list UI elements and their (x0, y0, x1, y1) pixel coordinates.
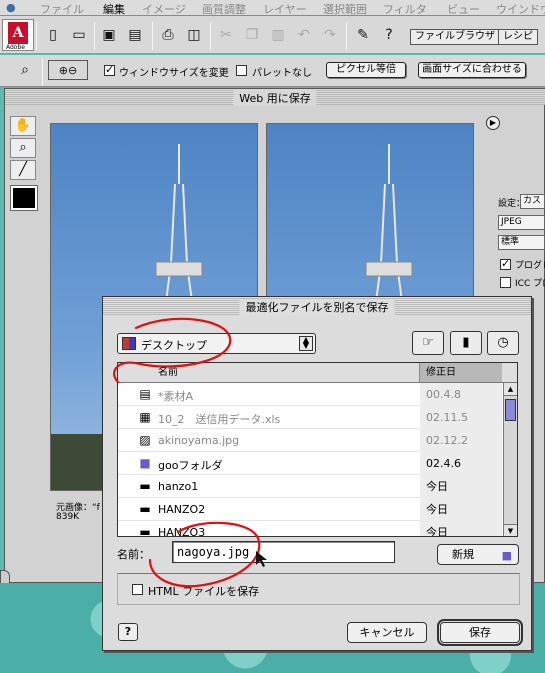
zoom-icon[interactable]: ⌕ (14, 60, 36, 80)
new-folder-button[interactable]: 新規 ■ (437, 544, 519, 565)
paste-icon[interactable]: ▥ (267, 25, 289, 45)
hand-pointer-icon: ☞ (422, 335, 434, 350)
apple-menu-icon[interactable]: ● (6, 1, 16, 14)
save-for-web-title: Web 用に保存 (233, 90, 317, 106)
print-preview-icon[interactable]: ◫ (183, 25, 205, 45)
save-html-label: HTML ファイルを保存 (148, 585, 260, 598)
ruler-icon[interactable]: ✎ (352, 25, 374, 45)
column-date[interactable]: 修正日 (420, 363, 502, 382)
list-item[interactable]: ▬ hanzo1 今日 (118, 475, 502, 498)
name-label: 名前： (117, 548, 150, 561)
copy-icon[interactable]: ❐ (241, 25, 263, 45)
fit-screen-button[interactable]: 画面サイズに合わせる (418, 62, 526, 78)
image-file-icon: ▨ (139, 433, 151, 447)
menu-file[interactable]: ファイル (40, 1, 84, 17)
html-options-group: HTML ファイルを保存 (117, 573, 520, 605)
tab-recipes[interactable]: レシピ (498, 29, 538, 45)
list-item[interactable]: ▨ akinoyama.jpg 02.12.2 (118, 429, 502, 452)
save-for-web-icon[interactable]: ▤ (124, 25, 146, 45)
options-bar: ⌕ ⊕⊖ ウィンドウサイズを変更 パレットなし ピクセル等倍 画面サイズに合わせ… (0, 55, 545, 87)
save-dialog-titlebar[interactable]: 最適化ファイルを別名で保存 (103, 297, 531, 315)
cancel-button[interactable]: キャンセル (347, 622, 427, 643)
zoom-tool-icon[interactable]: ⌕ (10, 138, 36, 158)
file-list-scrollbar[interactable]: ▲ ▼ (503, 383, 517, 536)
menu-adjust[interactable]: 画質調整 (202, 1, 246, 17)
menu-view[interactable]: ビュー (447, 1, 480, 17)
list-item[interactable]: ▬ HANZO2 今日 (118, 498, 502, 521)
desktop-icon (122, 337, 136, 350)
tab-file-browser[interactable]: ファイルブラウザ (410, 29, 500, 45)
location-popup[interactable]: デスクトップ ▲ ▼ (117, 333, 316, 354)
fit-window-label: ウィンドウサイズを変更 (119, 68, 229, 79)
scroll-down-icon[interactable]: ▼ (504, 524, 517, 536)
settings-select[interactable]: カス (520, 194, 545, 209)
new-document-icon[interactable]: ▯ (42, 25, 64, 45)
web-tools-palette: ✋ ⌕ ╱ (10, 116, 38, 211)
save-dialog-title: 最適化ファイルを別名で保存 (239, 299, 395, 315)
hand-tool-icon[interactable]: ✋ (10, 116, 36, 136)
menu-select[interactable]: 選択範囲 (323, 1, 367, 17)
disk-icon: ▬ (139, 479, 151, 493)
menu-image[interactable]: イメージ (142, 1, 186, 17)
adobe-logo[interactable]: A Adobe (2, 19, 34, 51)
new-folder-icon: ■ (501, 549, 512, 562)
fit-window-checkbox[interactable] (104, 63, 115, 76)
icc-checkbox[interactable] (500, 277, 511, 288)
scroll-up-icon[interactable]: ▲ (504, 383, 517, 396)
save-html-checkbox[interactable] (132, 584, 143, 595)
shortcuts-button[interactable]: ☞ (412, 331, 444, 355)
list-item[interactable]: ■ gooフォルダ 02.4.6 (118, 452, 502, 475)
open-folder-icon[interactable]: ▭ (68, 25, 90, 45)
menu-bar: ● ファイル 編集 イメージ 画質調整 レイヤー 選択範囲 フィルタ ビュー ウ… (0, 0, 545, 16)
undo-icon[interactable]: ↶ (293, 25, 315, 45)
list-item[interactable]: ▬ HANZO3 今日 (118, 521, 502, 537)
location-label: デスクトップ (141, 339, 207, 352)
progressive-checkbox[interactable] (500, 257, 511, 270)
favorites-button[interactable]: ▮ (450, 331, 482, 355)
main-toolbar: A Adobe ▯ ▭ ▣ ▤ ⎙ ◫ ✂ ❐ ▥ ↶ ↷ ✎ ? ファイルブラ… (0, 16, 545, 54)
cut-icon[interactable]: ✂ (215, 25, 237, 45)
help-question-icon[interactable]: ? (378, 25, 400, 45)
eyedropper-color-swatch[interactable] (10, 185, 38, 211)
document-icon: ▤ (139, 387, 151, 401)
recent-button[interactable]: ◷ (487, 331, 519, 355)
icc-label: ICC プロ (515, 279, 545, 289)
list-item[interactable]: ▦ 10_2 送信用データ.xls 02.11.5 (118, 406, 502, 429)
file-list-header: 名前 修正日 (118, 363, 517, 383)
popup-arrows-icon: ▲ ▼ (299, 336, 313, 351)
scroll-thumb[interactable] (505, 399, 516, 421)
save-button[interactable]: 保存 (437, 619, 523, 646)
redo-icon[interactable]: ↷ (319, 25, 341, 45)
spreadsheet-icon: ▦ (139, 410, 151, 424)
ignore-palettes-label: パレットなし (252, 68, 312, 79)
help-button[interactable]: ? (118, 623, 138, 641)
print-icon[interactable]: ⎙ (157, 25, 179, 45)
disk-icon: ▬ (139, 525, 151, 537)
list-item[interactable]: ▤ *素材A 00.4.8 (118, 383, 502, 406)
favorites-icon: ▮ (462, 335, 470, 350)
folder-icon: ■ (139, 456, 151, 470)
original-info-line2: 839K (56, 512, 80, 522)
actual-pixels-button[interactable]: ピクセル等倍 (326, 62, 406, 78)
format-select[interactable]: JPEG (498, 215, 545, 230)
menu-edit[interactable]: 編集 (103, 1, 125, 17)
file-name-input[interactable]: nagoya.jpg (172, 541, 395, 563)
progressive-label: プログレ (515, 261, 545, 271)
column-name[interactable]: 名前 (118, 363, 420, 382)
quality-select[interactable]: 標準 (498, 235, 545, 250)
clock-icon: ◷ (497, 335, 509, 350)
ignore-palettes-checkbox[interactable] (236, 65, 247, 76)
save-for-web-titlebar[interactable]: Web 用に保存 (5, 89, 545, 106)
menu-layer[interactable]: レイヤー (263, 1, 307, 17)
file-list[interactable]: 名前 修正日 ▤ *素材A 00.4.8 ▦ 10_2 送信用データ.xls 0… (117, 362, 518, 537)
zoom-in-out-icon[interactable]: ⊕⊖ (48, 60, 88, 80)
disk-icon: ▬ (139, 502, 151, 516)
eyedropper-tool-icon[interactable]: ╱ (10, 160, 36, 180)
menu-window[interactable]: ウインドウ (496, 1, 545, 17)
save-icon[interactable]: ▣ (98, 25, 120, 45)
menu-filter[interactable]: フィルタ (383, 1, 427, 17)
